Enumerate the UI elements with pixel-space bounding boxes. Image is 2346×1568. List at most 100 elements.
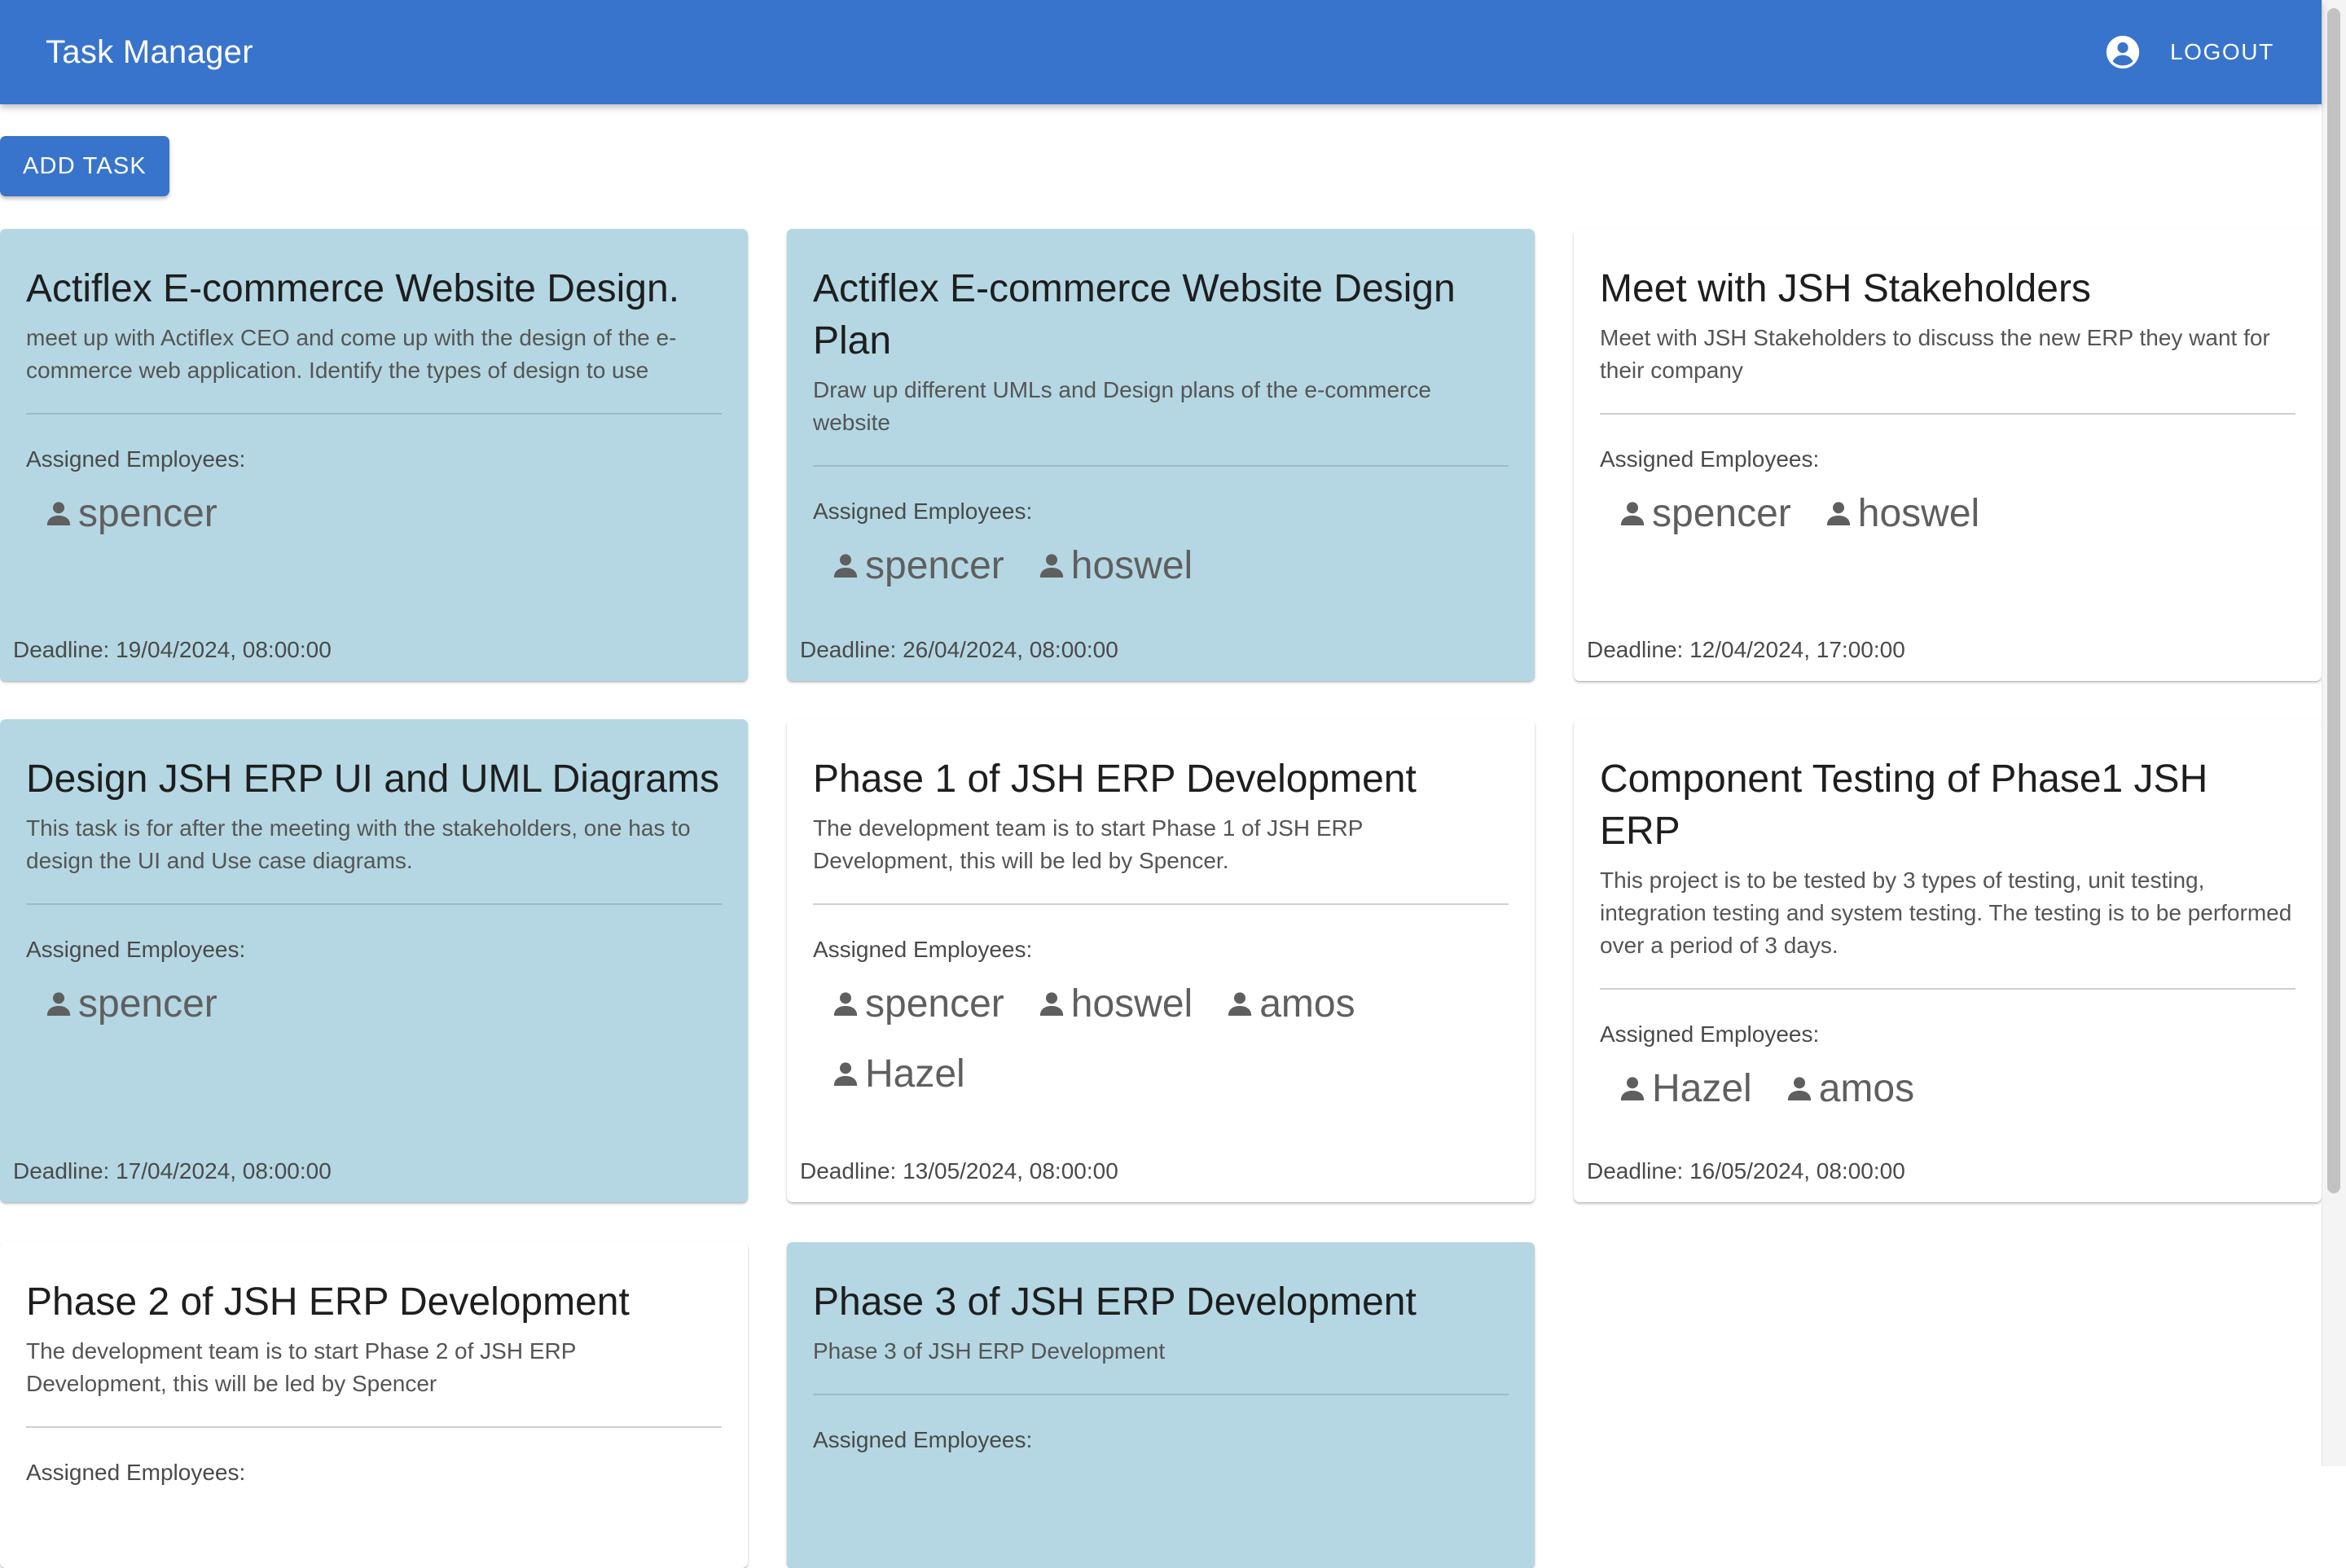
divider — [26, 1426, 722, 1428]
person-icon — [833, 554, 858, 578]
task-card-content: Actiflex E-commerce Website Design. meet … — [26, 263, 722, 543]
task-card-content: Phase 2 of JSH ERP Development The develo… — [26, 1276, 722, 1496]
task-card[interactable]: Actiflex E-commerce Website Design Plan D… — [787, 229, 1535, 681]
app-bar: Task Manager LOGOUT — [0, 0, 2322, 104]
employee-chip: spencer — [829, 973, 1004, 1034]
task-description: The development team is to start Phase 2… — [26, 1338, 576, 1396]
task-deadline: Deadline: 17/04/2024, 08:00:00 — [13, 1158, 332, 1184]
employee-name: spencer — [78, 491, 217, 535]
assigned-employees-list: spencer hoswel amos Hazel — [829, 973, 1509, 1104]
task-card-content: Phase 1 of JSH ERP Development The develo… — [813, 753, 1509, 1104]
task-card-content: Meet with JSH Stakeholders Meet with JSH … — [1600, 263, 2295, 543]
task-card[interactable]: Phase 1 of JSH ERP Development The develo… — [787, 719, 1535, 1202]
divider — [1600, 988, 2295, 990]
task-card[interactable]: Actiflex E-commerce Website Design. meet … — [0, 229, 748, 681]
task-card-content: Actiflex E-commerce Website Design Plan D… — [813, 263, 1509, 595]
task-title: Actiflex E-commerce Website Design. — [26, 267, 680, 310]
task-card-content: Phase 3 of JSH ERP Development Phase 3 of… — [813, 1276, 1509, 1464]
task-card[interactable]: Phase 2 of JSH ERP Development The develo… — [0, 1242, 748, 1568]
task-deadline: Deadline: 26/04/2024, 08:00:00 — [800, 637, 1118, 662]
assigned-employees-label: Assigned Employees: — [813, 499, 1033, 524]
employee-chip: spencer — [42, 973, 217, 1034]
task-title: Actiflex E-commerce Website Design Plan — [813, 267, 1456, 362]
task-card-content: Design JSH ERP UI and UML Diagrams This t… — [26, 753, 722, 1034]
person-icon — [1826, 502, 1850, 525]
employee-chip: spencer — [42, 483, 217, 543]
task-description: Draw up different UMLs and Design plans … — [813, 377, 1431, 435]
task-deadline: Deadline: 19/04/2024, 08:00:00 — [13, 637, 332, 662]
employee-chip: hoswel — [1035, 535, 1193, 595]
person-icon — [46, 992, 71, 1016]
task-card[interactable]: Component Testing of Phase1 JSH ERP This … — [1574, 719, 2322, 1202]
divider — [813, 1394, 1509, 1395]
assigned-employees-list: spencer hoswel — [1616, 483, 2295, 543]
task-description: This project is to be tested by 3 types … — [1600, 867, 2292, 958]
task-card[interactable]: Phase 3 of JSH ERP Development Phase 3 of… — [787, 1242, 1535, 1568]
employee-name: spencer — [865, 543, 1004, 587]
task-deadline: Deadline: 16/05/2024, 08:00:00 — [1587, 1158, 1905, 1184]
divider — [813, 465, 1509, 467]
account-circle-icon[interactable] — [2105, 34, 2141, 70]
task-description: Meet with JSH Stakeholders to discuss th… — [1600, 325, 2270, 383]
employee-name: Hazel — [865, 1052, 965, 1096]
app-title: Task Manager — [46, 34, 253, 70]
assigned-employees-label: Assigned Employees: — [26, 937, 246, 962]
person-icon — [833, 1062, 858, 1086]
task-card-content: Component Testing of Phase1 JSH ERP This … — [1600, 753, 2295, 1118]
employee-chip: amos — [1224, 973, 1355, 1034]
divider — [26, 413, 722, 415]
task-card[interactable]: Design JSH ERP UI and UML Diagrams This t… — [0, 719, 748, 1202]
assigned-employees-list: spencer — [42, 483, 722, 543]
divider — [1600, 413, 2295, 415]
task-deadline: Deadline: 12/04/2024, 17:00:00 — [1587, 637, 1905, 662]
employee-chip: hoswel — [1822, 483, 1979, 543]
employee-chip: Hazel — [829, 1043, 965, 1104]
employee-name: spencer — [78, 982, 217, 1026]
task-card[interactable]: Meet with JSH Stakeholders Meet with JSH … — [1574, 229, 2322, 681]
employee-name: hoswel — [1070, 543, 1193, 587]
employee-chip: Hazel — [1616, 1058, 1752, 1118]
logout-button[interactable]: LOGOUT — [2157, 31, 2287, 73]
task-title: Phase 1 of JSH ERP Development — [813, 758, 1417, 801]
task-title: Phase 2 of JSH ERP Development — [26, 1280, 630, 1324]
assigned-employees-label: Assigned Employees: — [1600, 1021, 1820, 1047]
task-description: This task is for after the meeting with … — [26, 815, 691, 873]
assigned-employees-label: Assigned Employees: — [26, 1460, 246, 1485]
person-icon — [1787, 1077, 1811, 1100]
divider — [26, 903, 722, 905]
task-title: Design JSH ERP UI and UML Diagrams — [26, 758, 719, 801]
person-icon — [1620, 1077, 1645, 1100]
scrollbar-thumb[interactable] — [2327, 8, 2340, 1193]
assigned-employees-label: Assigned Employees: — [26, 446, 246, 472]
task-description: The development team is to start Phase 1… — [813, 815, 1363, 873]
employee-name: amos — [1259, 982, 1355, 1026]
employee-name: amos — [1818, 1066, 1915, 1110]
assigned-employees-list: spencer — [42, 973, 722, 1034]
add-task-button[interactable]: ADD TASK — [0, 136, 169, 196]
employee-chip: spencer — [829, 535, 1004, 595]
divider — [813, 903, 1509, 905]
employee-chip: spencer — [1616, 483, 1791, 543]
task-title: Phase 3 of JSH ERP Development — [813, 1280, 1417, 1324]
employee-name: hoswel — [1070, 982, 1193, 1026]
employee-chip: hoswel — [1035, 973, 1193, 1034]
person-icon — [1039, 554, 1063, 578]
employee-name: hoswel — [1857, 491, 1980, 535]
employee-chip: amos — [1783, 1058, 1914, 1118]
task-title: Component Testing of Phase1 JSH ERP — [1600, 758, 2208, 853]
employee-name: Hazel — [1652, 1066, 1752, 1110]
task-description: meet up with Actiflex CEO and come up wi… — [26, 325, 677, 383]
assigned-employees-label: Assigned Employees: — [813, 937, 1033, 962]
assigned-employees-list: Hazel amos — [1616, 1058, 2295, 1118]
assigned-employees-label: Assigned Employees: — [813, 1427, 1033, 1452]
person-icon — [1620, 502, 1645, 525]
person-icon — [833, 992, 858, 1016]
person-icon — [1228, 992, 1252, 1016]
assigned-employees-label: Assigned Employees: — [1600, 446, 1820, 472]
task-deadline: Deadline: 13/05/2024, 08:00:00 — [800, 1158, 1118, 1184]
task-title: Meet with JSH Stakeholders — [1600, 267, 2091, 310]
task-description: Phase 3 of JSH ERP Development — [813, 1338, 1166, 1364]
employee-name: spencer — [865, 982, 1004, 1026]
assigned-employees-list: spencer hoswel — [829, 535, 1509, 595]
employee-name: spencer — [1652, 491, 1791, 535]
